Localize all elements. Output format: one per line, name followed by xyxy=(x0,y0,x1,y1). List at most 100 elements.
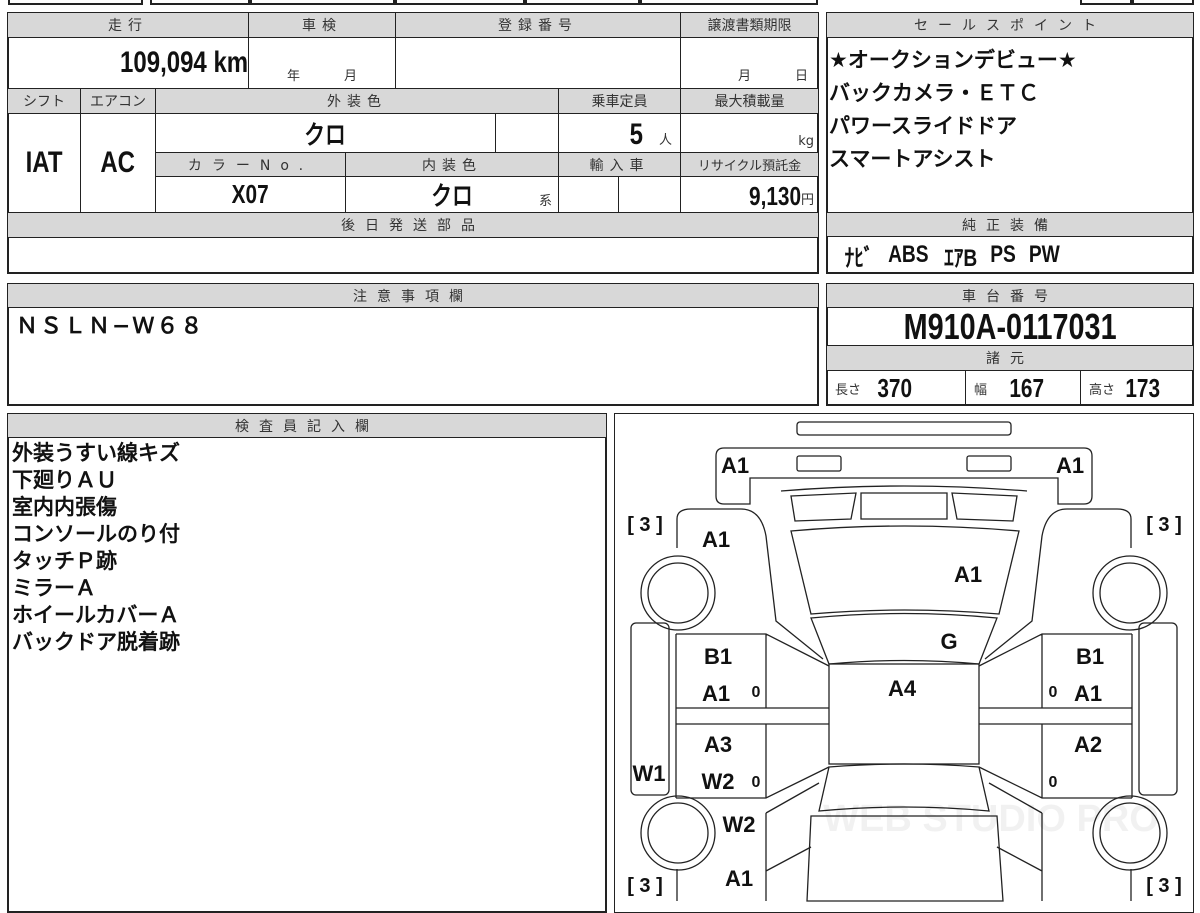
length-value: 370 xyxy=(877,372,913,403)
registration-label: 登録番号 xyxy=(395,12,681,38)
aircon-label: エアコン xyxy=(80,88,156,114)
sales-points-label: セールスポイント xyxy=(826,12,1194,38)
inspector-item: 下廻りＡＵ xyxy=(12,468,117,492)
import-value-2 xyxy=(618,176,681,213)
transfer-day: 日 xyxy=(794,69,808,84)
mileage-label: 走行 xyxy=(7,12,249,38)
inspector-item: 外装うすい線キズ xyxy=(12,441,180,465)
top-strip-cell xyxy=(150,0,250,5)
inspector-item: ミラーＡ xyxy=(12,576,96,600)
recycle-value-cell: 9,130 円 xyxy=(680,176,819,213)
color-no-value: X07 xyxy=(231,179,269,209)
length-label: 長さ xyxy=(835,382,862,398)
max-load-value-cell: kg xyxy=(680,113,819,153)
chassis-label: 車台番号 xyxy=(826,283,1194,308)
mark-slide-door-right-2: A1 xyxy=(1074,681,1102,706)
mark-front-door-right-zero: 0 xyxy=(1049,774,1058,791)
exterior-color-value: クロ xyxy=(304,119,347,150)
capacity-value-cell: 5 人 xyxy=(558,113,681,153)
recycle-value: 9,130 xyxy=(748,181,801,211)
mark-rear-right: A1 xyxy=(1056,453,1084,478)
recycle-label: リサイクル預託金 xyxy=(680,152,819,177)
recycle-unit: 円 xyxy=(800,193,814,208)
tire-front-left: [ 3 ] xyxy=(627,875,663,897)
chassis-value: M910A-0117031 xyxy=(903,307,1117,346)
mark-rear-left: A1 xyxy=(721,453,749,478)
mark-quarter-left: A1 xyxy=(702,527,730,552)
max-load-label: 最大積載量 xyxy=(680,88,819,114)
mark-front-door-right: A2 xyxy=(1074,732,1102,757)
inspector-item: コンソールのり付 xyxy=(12,522,180,546)
mark-front-door-left-2: W2 xyxy=(702,769,735,794)
top-strip-cell xyxy=(395,0,525,5)
damage-diagram: A1 A1 [ 3 ] [ 3 ] A1 A1 G A4 B1 A1 0 B1 … xyxy=(614,413,1194,913)
top-strip-cell xyxy=(250,0,395,5)
mark-slide-door-left-zero: 0 xyxy=(752,684,761,701)
capacity-value: 5 xyxy=(629,118,644,151)
equipment-values: ﾅﾋﾞ ABS ｴｱB PS PW xyxy=(826,236,1194,274)
top-strip-cell xyxy=(1080,0,1132,5)
mark-slide-door-left-2: A1 xyxy=(702,681,730,706)
inspection-year: 年 xyxy=(286,69,300,84)
mark-fender-left: W2 xyxy=(723,812,756,837)
inspector-item: タッチＰ跡 xyxy=(12,549,117,573)
watermark: WEB STUDIO PRO xyxy=(823,798,1159,840)
inspector-list: 外装うすい線キズ 下廻りＡＵ 室内内張傷 コンソールのり付 タッチＰ跡 ミラーＡ… xyxy=(12,440,180,656)
sales-point-item: スマートアシスト xyxy=(829,147,996,171)
exterior-color-extra xyxy=(495,113,559,153)
inspector-item: ホイールカバーＡ xyxy=(12,603,180,627)
height-value: 173 xyxy=(1125,372,1161,403)
notes-text: ＮＳＬＮ−Ｗ６８ xyxy=(16,314,205,339)
sales-point-item: ★オークションデビュー★ xyxy=(829,48,1077,72)
mark-roof: A4 xyxy=(888,676,917,701)
sales-points-list: ★オークションデビュー★ バックカメラ・ＥＴＣ パワースライドドア スマートアシ… xyxy=(829,44,1077,176)
mileage-value: 109,094 km xyxy=(119,46,248,79)
tire-rear-left: [ 3 ] xyxy=(627,514,663,536)
later-parts-value xyxy=(7,237,819,274)
width-cell: 幅 167 xyxy=(965,370,1081,406)
mark-slide-door-right-zero: 0 xyxy=(1049,684,1058,701)
sales-point-item: バックカメラ・ＥＴＣ xyxy=(829,81,1039,105)
inspector-label: 検査員記入欄 xyxy=(7,413,607,438)
inspector-item: バックドア脱着跡 xyxy=(12,630,180,654)
top-strip-cell xyxy=(8,0,143,5)
shift-value: IAT xyxy=(25,146,63,179)
capacity-label: 乗車定員 xyxy=(558,88,681,114)
inspection-month: 月 xyxy=(344,69,358,84)
import-label: 輸入車 xyxy=(558,152,681,177)
width-value: 167 xyxy=(1009,372,1045,403)
height-cell: 高さ 173 xyxy=(1080,370,1194,406)
top-strip-cell xyxy=(525,0,640,5)
mark-rear-glass: G xyxy=(940,629,957,654)
mark-back-door: A1 xyxy=(954,562,982,587)
equipment-item: ABS xyxy=(888,241,929,268)
top-strip-cell xyxy=(640,0,818,5)
interior-color-value: クロ xyxy=(431,181,473,211)
color-no-label: カラーNo. xyxy=(155,152,346,177)
tire-front-right: [ 3 ] xyxy=(1146,875,1182,897)
chassis-value-cell: M910A-0117031 xyxy=(826,307,1194,346)
later-parts-label: 後日発送部品 xyxy=(7,212,819,238)
equipment-label: 純正装備 xyxy=(826,212,1194,237)
capacity-unit: 人 xyxy=(658,133,672,148)
shift-value-cell: IAT xyxy=(7,113,81,213)
transfer-month: 月 xyxy=(737,69,751,84)
registration-value xyxy=(395,37,681,89)
mark-slide-door-right-1: B1 xyxy=(1076,644,1104,669)
notes-label: 注意事項欄 xyxy=(7,283,819,308)
top-strip-cell xyxy=(1132,0,1194,5)
transfer-deadline-value-cell: 月 日 xyxy=(680,37,819,89)
inspection-value-cell: 年 月 xyxy=(248,37,396,89)
transfer-deadline-label: 譲渡書類期限 xyxy=(680,12,819,38)
width-label: 幅 xyxy=(974,382,988,398)
exterior-color-label: 外装色 xyxy=(155,88,559,114)
mark-slide-door-left-1: B1 xyxy=(704,644,732,669)
aircon-value-cell: AC xyxy=(80,113,156,213)
interior-color-label: 内装色 xyxy=(345,152,559,177)
color-no-value-cell: X07 xyxy=(155,176,346,213)
equipment-item: ﾅﾋﾞ xyxy=(844,244,874,272)
max-load-unit: kg xyxy=(798,134,814,149)
specs-label: 諸元 xyxy=(826,345,1194,371)
mark-step-left: W1 xyxy=(633,761,666,786)
shift-label: シフト xyxy=(7,88,81,114)
